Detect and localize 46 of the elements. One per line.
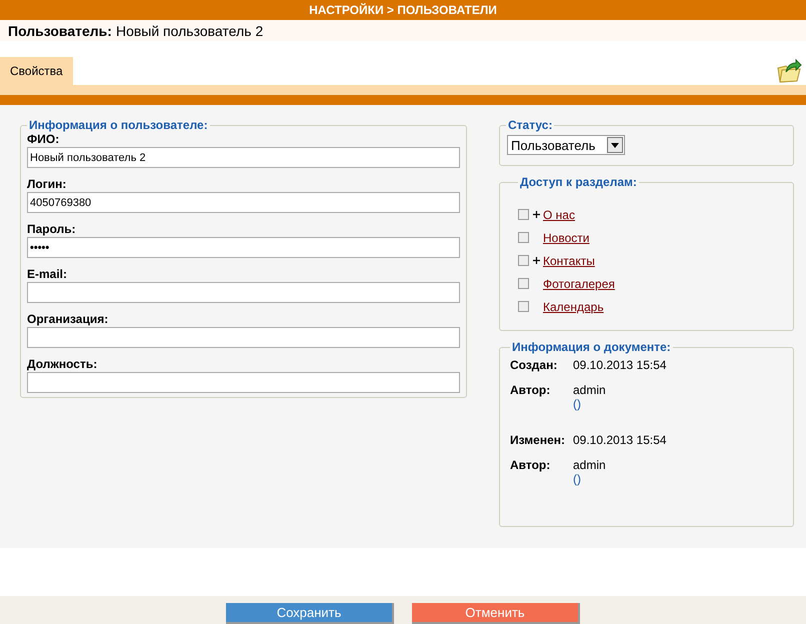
info-label: Автор: [510,458,552,474]
info-value: 09.10.2013 15:54 [573,358,666,372]
user-label: Пользователь: [8,22,112,38]
panel-legend: Статус: [506,118,554,132]
header-bar: НАСТРОЙКИ > ПОЛЬЗОВАТЕЛИ [0,0,806,20]
checkbox[interactable] [518,301,529,312]
checkbox[interactable] [518,255,529,266]
expand-icon[interactable] [533,257,540,264]
info-value: admin [573,383,606,397]
tab[interactable]: Свойства [0,57,73,85]
save-button[interactable]: Сохранить [226,602,394,624]
panel-legend: Информация о документе: [510,340,673,354]
expand-icon[interactable] [533,211,540,218]
status-dropdown[interactable]: Пользователь [507,135,625,155]
field-label: E-mail: [27,267,68,282]
checkbox[interactable] [518,278,529,289]
info-value: admin [573,458,606,472]
info-label: Изменен: [510,433,566,449]
section-link[interactable]: Контакты [543,254,595,268]
info-value: 09.10.2013 15:54 [573,433,666,447]
input-field[interactable]: Новый пользователь 2 [27,147,460,168]
info-label: Автор: [510,383,552,399]
input-field[interactable]: 4050769380 [27,192,460,213]
folder-arrow-icon[interactable] [776,58,802,84]
field-label: Должность: [27,357,98,372]
info-label: Создан: [510,358,558,374]
author-link[interactable]: () [573,397,606,411]
input-field[interactable] [27,372,460,393]
section-link[interactable]: Фотогалерея [543,276,615,290]
field-label: Логин: [27,177,68,192]
author-link[interactable]: () [573,472,606,486]
panel-legend: Информация о пользователе: [27,118,210,132]
panel-legend: Доступ к разделам: [518,175,639,189]
section-link[interactable]: О нас [543,208,575,222]
field-label: Пароль: [27,222,77,237]
section-link[interactable]: Новости [543,230,590,244]
field-label: Организация: [27,312,110,327]
user-name: Новый пользователь 2 [116,22,264,38]
input-field[interactable] [27,327,460,348]
input-field[interactable] [27,282,460,303]
password-field[interactable]: ••••• [27,237,460,258]
caret-icon [611,142,619,148]
checkbox[interactable] [518,209,529,220]
checkbox[interactable] [518,232,529,243]
section-link[interactable]: Календарь [543,300,604,314]
field-label: ФИО: [27,132,60,147]
